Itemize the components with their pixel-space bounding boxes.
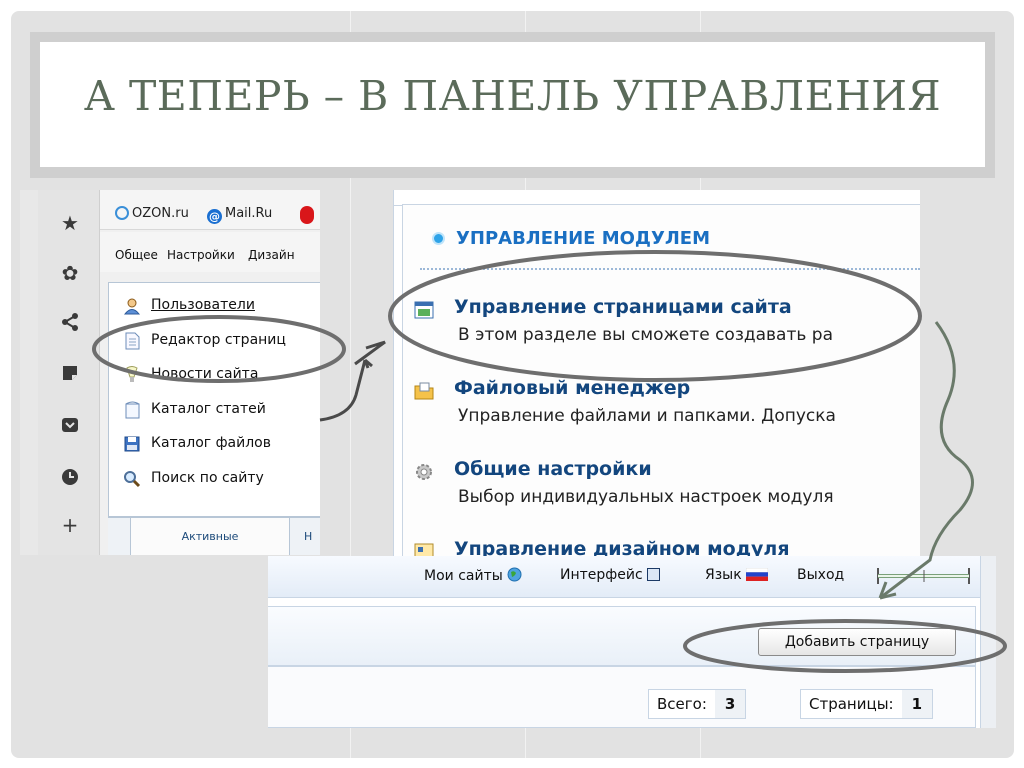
module-title: УПРАВЛЕНИЕ МОДУЛЕМ xyxy=(456,228,711,249)
menu-general[interactable]: Общее xyxy=(115,248,158,262)
nav-item-articles[interactable]: Каталог статей xyxy=(109,397,320,425)
module-item-heading[interactable]: Управление страницами сайта xyxy=(454,296,792,318)
menu-design[interactable]: Дизайн xyxy=(248,248,295,262)
browser-sidebar: ★ ✿ + xyxy=(38,190,100,555)
zoom-slider-icon xyxy=(877,568,970,584)
slide-title: А ТЕПЕРЬ – В ПАНЕЛЬ УПРАВЛЕНИЯ xyxy=(83,72,942,120)
opera-logo xyxy=(300,206,314,224)
module-item-design[interactable]: Управление дизайном модуля xyxy=(414,538,920,558)
nav-item-news[interactable]: Новости сайта xyxy=(109,362,320,390)
opera-icon[interactable] xyxy=(300,206,317,225)
nav-item-users[interactable]: Пользователи xyxy=(109,293,320,321)
module-item-description: Управление файлами и папками. Допуска xyxy=(458,406,836,426)
module-item-heading[interactable]: Общие настройки xyxy=(454,458,652,480)
pages-counter: Страницы: 1 xyxy=(800,689,934,719)
link-label: Мои сайты xyxy=(424,568,503,584)
scrollbar[interactable] xyxy=(980,556,996,728)
bookmarks-bar: OZON.ru @ Mail.Ru xyxy=(100,190,320,230)
language-link[interactable]: Язык xyxy=(705,567,769,583)
russian-flag-icon xyxy=(745,567,769,581)
toolbar-row: Добавить страницу xyxy=(268,606,976,666)
link-label: Язык xyxy=(705,567,742,583)
plus-icon[interactable]: + xyxy=(57,512,83,538)
interface-link[interactable]: Интерфейс xyxy=(560,567,661,583)
nav-menu-screenshot: ★ ✿ + OZON.ru @ Mail.Ru Общее Настройки … xyxy=(20,190,320,555)
slider-control[interactable] xyxy=(876,565,971,591)
bookmark-mailru[interactable]: @ Mail.Ru xyxy=(207,206,272,224)
articles-icon xyxy=(125,401,140,419)
module-item-settings[interactable]: Общие настройки Выбор индивидуальных нас… xyxy=(414,458,920,518)
admin-bar-screenshot: Мои сайты Интерфейс Язык Выход Добавить … xyxy=(268,556,996,728)
nav-item-files[interactable]: Каталог файлов xyxy=(109,431,320,459)
clock-icon[interactable] xyxy=(57,466,83,492)
nav-item-label: Каталог файлов xyxy=(151,435,271,451)
nav-item-label: Каталог статей xyxy=(151,401,266,417)
module-item-pages[interactable]: Управление страницами сайта В этом разде… xyxy=(414,296,920,356)
pages-icon xyxy=(414,301,434,319)
total-label: Всего: xyxy=(657,695,707,713)
nav-menu: Пользователи Редактор страниц Новости са… xyxy=(108,282,320,517)
search-icon xyxy=(124,471,141,488)
module-item-heading[interactable]: Управление дизайном модуля xyxy=(454,538,790,558)
total-value: 3 xyxy=(714,690,746,718)
folder-icon xyxy=(414,382,434,400)
tab-active[interactable]: Активные xyxy=(130,518,290,555)
module-item-description: Выбор индивидуальных настроек модуля xyxy=(458,487,834,507)
logout-link[interactable]: Выход xyxy=(797,567,844,583)
pages-value: 1 xyxy=(901,690,933,718)
mailru-icon: @ xyxy=(207,209,222,224)
nav-item-label: Поиск по сайту xyxy=(151,470,264,486)
star-icon[interactable]: ★ xyxy=(57,210,83,236)
gear-icon xyxy=(416,464,432,480)
module-item-heading[interactable]: Файловый менеджер xyxy=(454,377,690,399)
link-label: Интерфейс xyxy=(560,567,643,583)
pages-label: Страницы: xyxy=(809,695,894,713)
nav-item-search[interactable]: Поиск по сайту xyxy=(109,466,320,494)
tab-next[interactable]: Н xyxy=(304,530,312,543)
news-icon xyxy=(126,366,138,382)
slide: А ТЕПЕРЬ – В ПАНЕЛЬ УПРАВЛЕНИЯ ★ ✿ + OZO… xyxy=(0,0,1024,768)
tabs-row: Активные Н xyxy=(108,517,320,555)
interface-icon xyxy=(647,568,661,581)
note-icon[interactable] xyxy=(57,362,83,388)
menu-bar: Общее Настройки Дизайн xyxy=(100,232,320,272)
add-page-button[interactable]: Добавить страницу xyxy=(758,628,956,656)
nav-item-label: Новости сайта xyxy=(151,366,259,382)
divider xyxy=(420,268,920,270)
users-icon xyxy=(123,298,141,315)
title-box: А ТЕПЕРЬ – В ПАНЕЛЬ УПРАВЛЕНИЯ xyxy=(40,42,985,167)
gear-icon[interactable]: ✿ xyxy=(57,260,83,286)
total-counter: Всего: 3 xyxy=(648,689,747,719)
menu-settings[interactable]: Настройки xyxy=(167,248,235,262)
globe-icon xyxy=(507,567,522,582)
module-item-file-manager[interactable]: Файловый менеджер Управление файлами и п… xyxy=(414,377,920,437)
bullet-icon xyxy=(432,232,445,245)
ozon-icon xyxy=(115,206,129,220)
nav-item-label: Редактор страниц xyxy=(151,332,286,348)
bookmark-label: Mail.Ru xyxy=(225,206,273,221)
pocket-icon[interactable] xyxy=(57,414,83,440)
my-sites-link[interactable]: Мои сайты xyxy=(424,567,522,584)
module-management-screenshot: УПРАВЛЕНИЕ МОДУЛЕМ Управление страницами… xyxy=(393,190,920,558)
page-icon xyxy=(125,332,140,350)
window-edge xyxy=(20,190,38,555)
stats-row: Всего: 3 Страницы: 1 xyxy=(268,666,976,728)
save-icon xyxy=(124,436,140,452)
module-item-description: В этом разделе вы сможете создавать ра xyxy=(458,325,834,345)
share-icon[interactable] xyxy=(57,312,83,338)
bookmark-ozon[interactable]: OZON.ru xyxy=(115,206,189,221)
admin-top-bar: Мои сайты Интерфейс Язык Выход xyxy=(268,556,996,598)
nav-item-label: Пользователи xyxy=(151,297,255,313)
bookmark-label: OZON.ru xyxy=(132,206,189,221)
nav-item-page-editor[interactable]: Редактор страниц xyxy=(109,328,320,356)
